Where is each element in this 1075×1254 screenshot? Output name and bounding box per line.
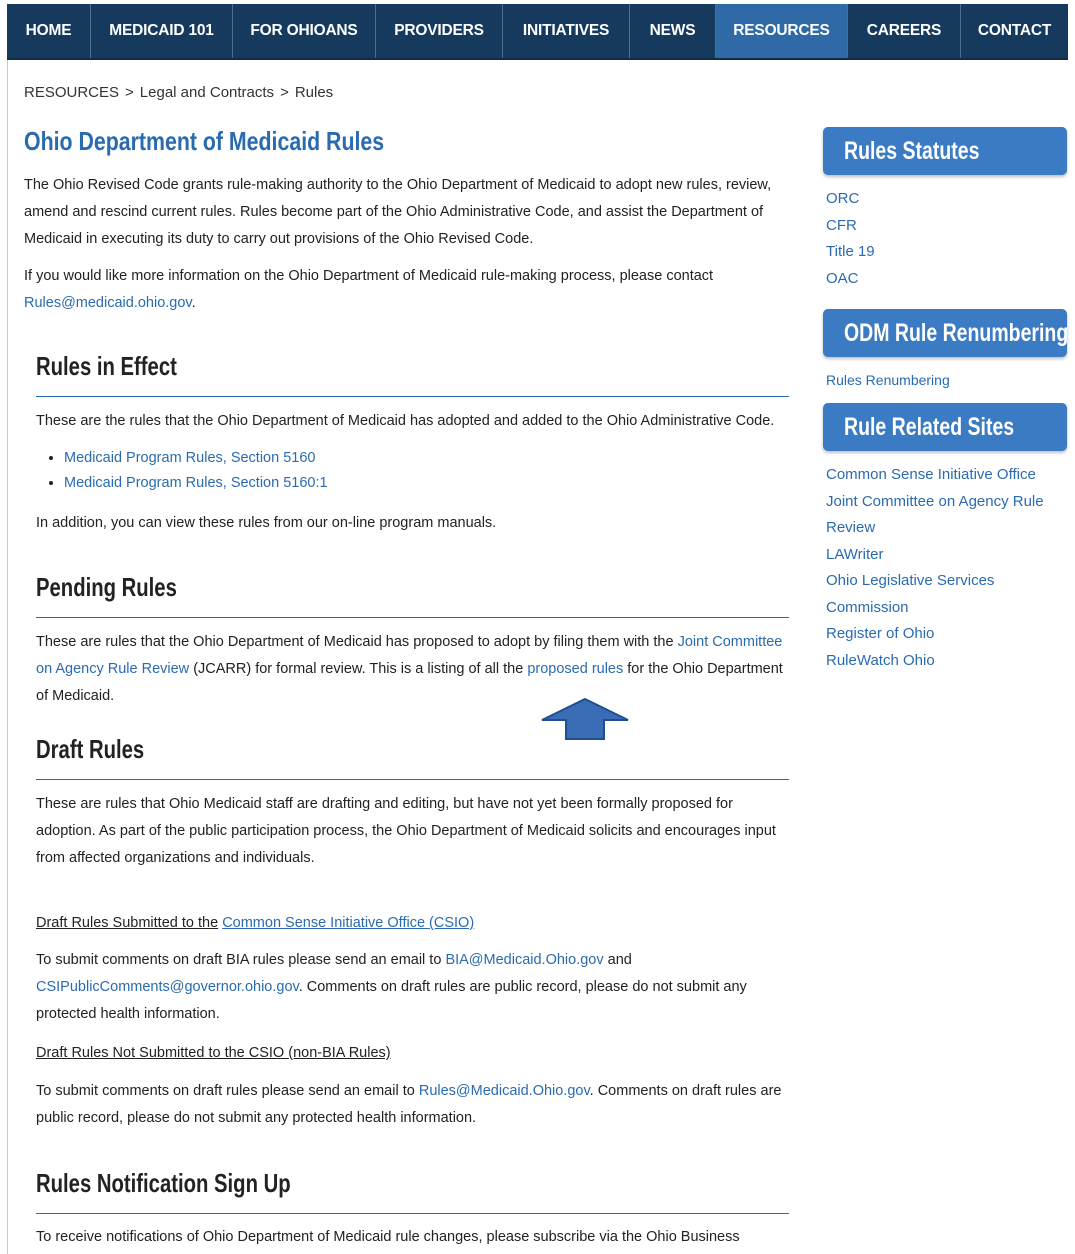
rules-in-effect-heading: Rules in Effect [36,351,177,381]
nav-item-careers[interactable]: CAREERS [848,4,961,58]
list-item: Medicaid Program Rules, Section 5160 [64,446,328,471]
draft-rules-heading: Draft Rules [36,734,145,764]
non-bia-subheading-text: Draft Rules Not Submitted to the CSIO (n… [36,1045,391,1061]
section-divider [36,1213,789,1214]
rules-renumbering-link[interactable]: Rules Renumbering [826,367,1066,394]
page-title: Ohio Department of Medicaid Rules [24,126,385,156]
intro-contact-paragraph: If you would like more information on th… [24,263,794,317]
rulewatch-ohio-link[interactable]: RuleWatch Ohio [826,648,1062,675]
proposed-rules-link[interactable]: proposed rules [527,661,623,677]
rules-statutes-list: ORC CFR Title 19 OAC [826,186,1066,292]
csio-link[interactable]: Common Sense Initiative Office (CSIO) [222,915,474,931]
rules-in-effect-list: Medicaid Program Rules, Section 5160 Med… [36,446,328,496]
nav-item-home[interactable]: HOME [7,4,91,58]
bia-email-link[interactable]: BIA@Medicaid.Ohio.gov [445,952,603,968]
title-19-link[interactable]: Title 19 [826,239,1066,266]
page-left-border [7,60,8,1254]
section-divider [36,617,789,618]
breadcrumb: RESOURCES > Legal and Contracts > Rules [24,84,333,101]
rules-email-link[interactable]: Rules@medicaid.ohio.gov [24,295,192,311]
rules-statutes-title: Rules Statutes [844,136,980,165]
pending-rules-text: These are rules that the Ohio Department… [36,629,788,710]
non-bia-text-1: To submit comments on draft rules please… [36,1083,415,1099]
non-bia-subheading: Draft Rules Not Submitted to the CSIO (n… [36,1040,796,1067]
pending-text-2: (JCARR) for formal review. This is a lis… [193,661,524,677]
oac-link[interactable]: OAC [826,266,1066,293]
orc-link[interactable]: ORC [826,186,1066,213]
section-divider [36,779,789,780]
nav-item-resources[interactable]: RESOURCES [716,4,848,58]
csio-comment-text: To submit comments on draft BIA rules pl… [36,947,788,1028]
rules-statutes-header: Rules Statutes [823,127,1067,175]
up-arrow-annotation-icon [541,698,629,740]
rule-related-sites-header: Rule Related Sites [823,403,1067,451]
intro-contact-end: . [191,295,196,311]
csio-subheading: Draft Rules Submitted to the Common Sens… [36,910,796,937]
lawriter-link[interactable]: LAWriter [826,542,1062,569]
section-5160-1-link[interactable]: Medicaid Program Rules, Section 5160:1 [64,475,328,491]
nav-item-news[interactable]: NEWS [630,4,716,58]
csio-text-1: To submit comments on draft BIA rules pl… [36,952,442,968]
intro-paragraph: The Ohio Revised Code grants rule-making… [24,177,772,247]
intro-contact-text: If you would like more information on th… [24,268,714,284]
rules-medicaid-email-link[interactable]: Rules@Medicaid.Ohio.gov [419,1083,590,1099]
breadcrumb-separator: > [280,84,289,101]
csi-public-comments-email-link[interactable]: CSIPublicComments@governor.ohio.gov [36,979,299,995]
rule-related-sites-list: Common Sense Initiative Office Joint Com… [826,462,1062,674]
list-item: Medicaid Program Rules, Section 5160:1 [64,471,328,496]
lsc-link[interactable]: Ohio Legislative Services Commission [826,568,1062,621]
nav-item-initiatives[interactable]: INITIATIVES [503,4,630,58]
rules-in-effect-text: These are the rules that the Ohio Depart… [36,413,775,429]
pending-text-1: These are rules that the Ohio Department… [36,634,674,650]
breadcrumb-legal-contracts[interactable]: Legal and Contracts [140,84,274,101]
odm-renumbering-title: ODM Rule Renumbering [844,318,1069,347]
jcarr-sidebar-link[interactable]: Joint Committee on Agency Rule Review [826,489,1062,542]
csio-subheading-text: Draft Rules Submitted to the [36,915,219,931]
section-divider [36,396,789,397]
top-navigation: HOME MEDICAID 101 FOR OHIOANS PROVIDERS INIT… [7,4,1068,60]
register-of-ohio-link[interactable]: Register of Ohio [826,621,1062,648]
csio-text-2: and [607,952,632,968]
renumbering-list: Rules Renumbering [826,367,1066,394]
nav-item-for-ohioans[interactable]: FOR OHIOANS [233,4,376,58]
breadcrumb-current: Rules [294,84,334,101]
rule-related-sites-title: Rule Related Sites [844,412,1015,441]
notification-text: To receive notifications of Ohio Departm… [36,1229,740,1245]
nav-item-providers[interactable]: PROVIDERS [376,4,503,58]
csi-office-link[interactable]: Common Sense Initiative Office [826,462,1062,489]
nav-item-contact[interactable]: CONTACT [961,4,1068,58]
section-5160-link[interactable]: Medicaid Program Rules, Section 5160 [64,450,315,466]
draft-rules-text: These are rules that Ohio Medicaid staff… [36,796,776,866]
rules-in-effect-note: In addition, you can view these rules fr… [36,515,497,531]
odm-renumbering-header: ODM Rule Renumbering [823,309,1069,357]
non-bia-comment-text: To submit comments on draft rules please… [36,1078,788,1132]
breadcrumb-resources[interactable]: RESOURCES [24,84,119,101]
cfr-link[interactable]: CFR [826,213,1066,240]
breadcrumb-separator: > [125,84,134,101]
nav-item-medicaid-101[interactable]: MEDICAID 101 [91,4,233,58]
notification-heading: Rules Notification Sign Up [36,1168,291,1198]
pending-rules-heading: Pending Rules [36,572,177,602]
